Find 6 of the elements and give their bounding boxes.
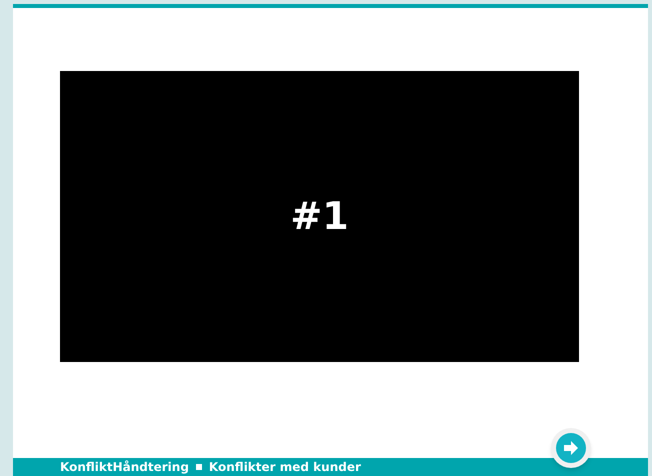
panel-heading: #1 — [290, 193, 349, 240]
bullet-icon — [196, 464, 202, 470]
lesson-title: Konflikter med kunder — [208, 461, 361, 473]
arrow-right-icon — [563, 441, 579, 455]
course-title: KonfliktHåndtering — [60, 461, 189, 473]
next-button[interactable] — [551, 428, 591, 468]
